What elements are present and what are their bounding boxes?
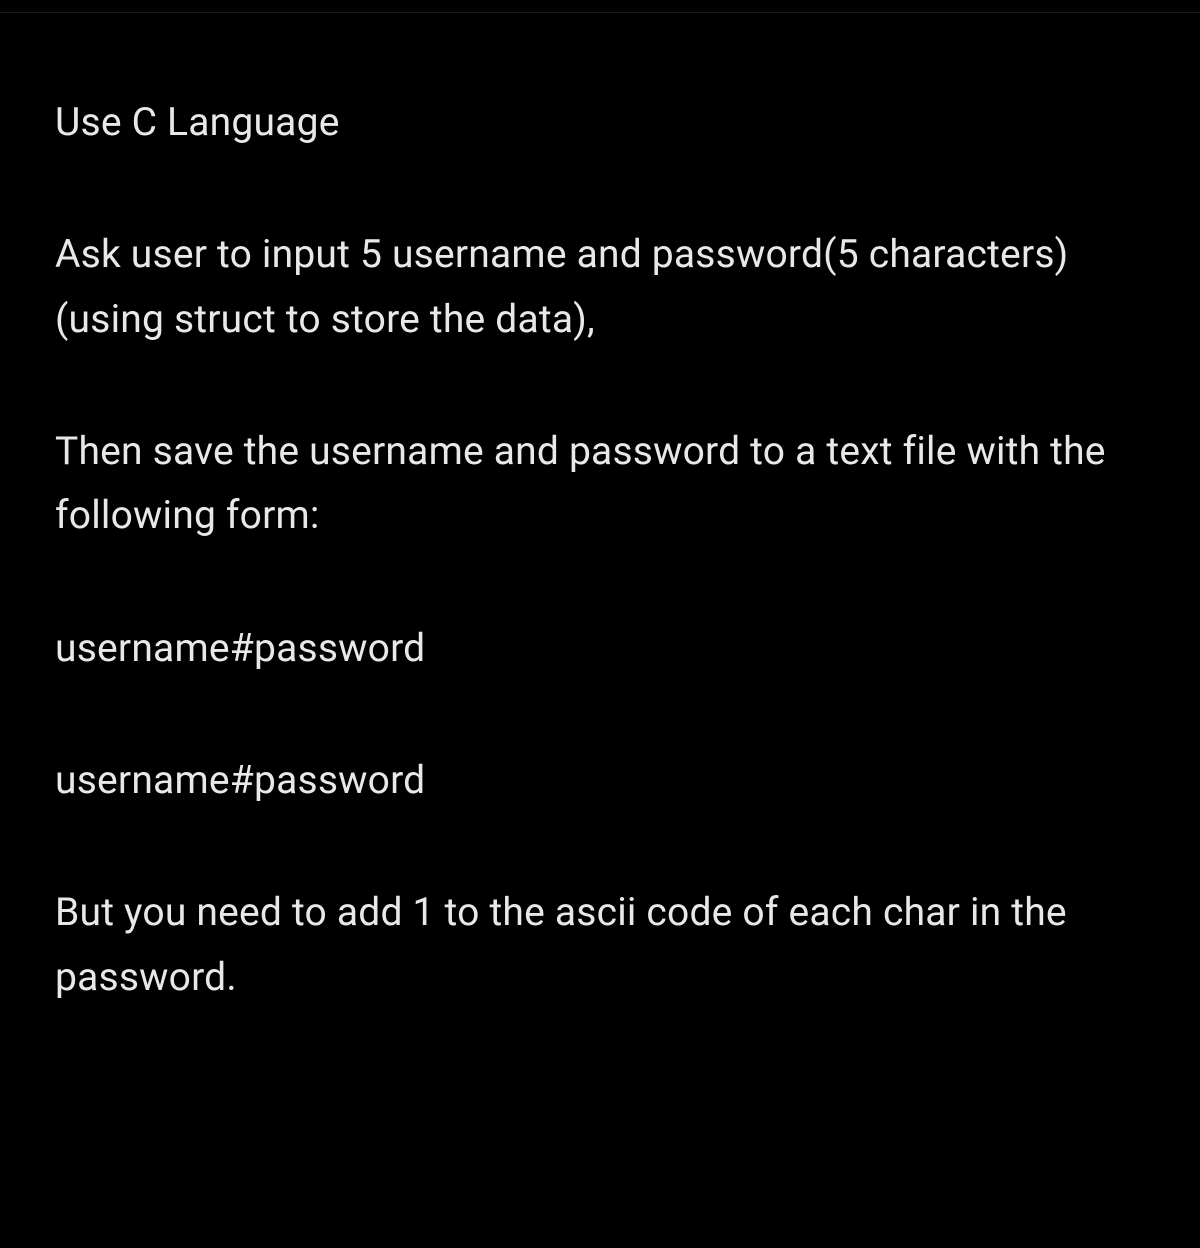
paragraph-format-1: username#password — [55, 616, 1145, 680]
document-content: Use C Language Ask user to input 5 usern… — [55, 90, 1145, 1009]
paragraph-instruction-2: Then save the username and password to a… — [55, 419, 1145, 548]
top-separator — [0, 12, 1200, 13]
paragraph-format-2: username#password — [55, 748, 1145, 812]
paragraph-instruction-3: But you need to add 1 to the ascii code … — [55, 880, 1145, 1009]
paragraph-heading: Use C Language — [55, 90, 1145, 154]
paragraph-instruction-1: Ask user to input 5 username and passwor… — [55, 222, 1145, 351]
